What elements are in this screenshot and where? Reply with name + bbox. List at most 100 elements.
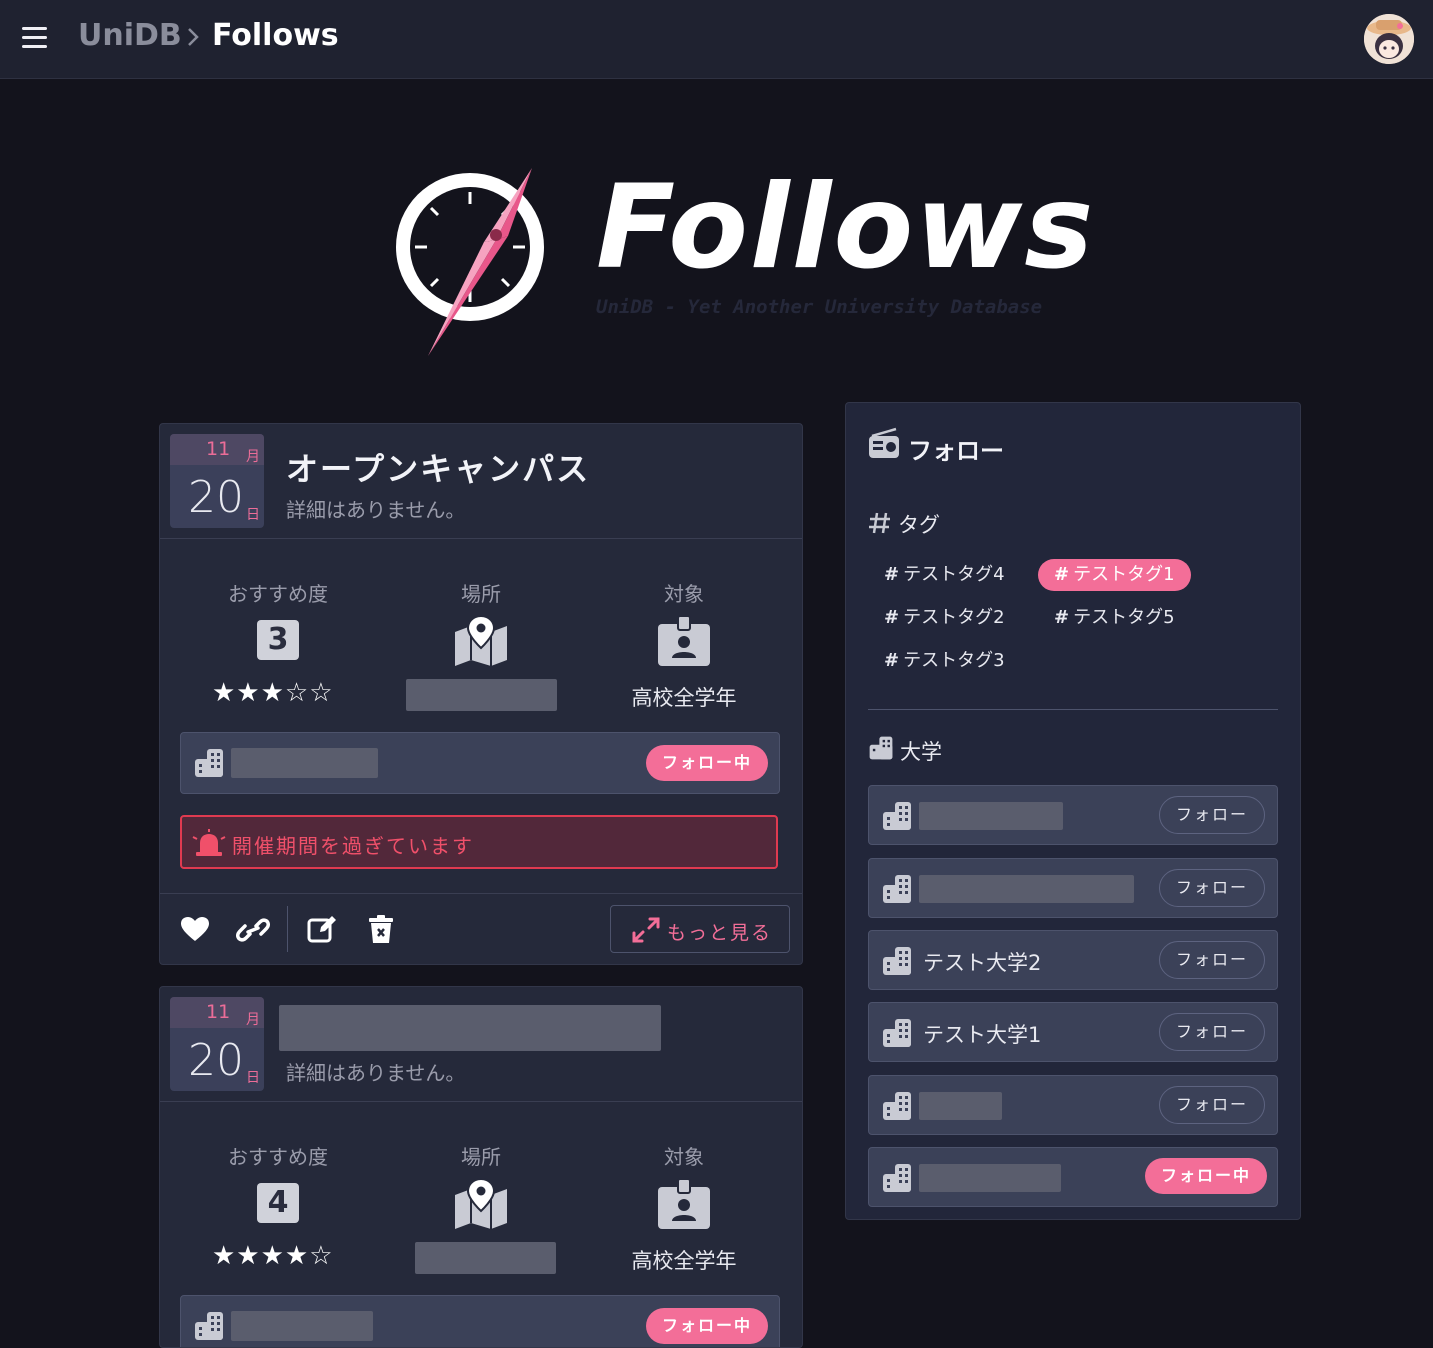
event-card-header: 11 月 20 日 オープンキャンパス 詳細はありません。 [160, 424, 802, 539]
follow-button[interactable]: フォロー [1159, 869, 1265, 907]
building-icon [195, 1312, 223, 1340]
target-value: 高校全学年 [631, 686, 737, 710]
id-badge-icon [658, 615, 710, 666]
event-card-footer: もっと見る [160, 893, 802, 964]
event-title[interactable]: オープンキャンパス [286, 444, 590, 490]
sidebar-divider [868, 709, 1278, 710]
date-day: 20 [188, 472, 244, 523]
siren-icon [192, 829, 226, 856]
place-label: 場所 [461, 582, 501, 606]
logo-tagline: UniDB - Yet Another University Database [596, 296, 1043, 318]
place-value-redacted [415, 1242, 556, 1274]
building-icon [883, 1164, 911, 1192]
building-icon [883, 1092, 911, 1120]
university-list-item[interactable]: テスト大学1 フォロー [868, 1002, 1278, 1062]
follow-button[interactable]: フォロー [1159, 941, 1265, 979]
expand-icon [632, 917, 660, 943]
following-button[interactable]: フォロー中 [1145, 1158, 1267, 1194]
hashtag-icon [869, 512, 890, 534]
event-description: 詳細はありません。 [286, 1061, 466, 1085]
map-pin-icon [455, 614, 507, 666]
recommend-value: 3 [257, 620, 299, 660]
university-list-item[interactable]: テスト大学2 フォロー [868, 930, 1278, 990]
warning-text: 開催期間を過ぎています [232, 834, 474, 858]
university-list-item[interactable]: フォロー [868, 785, 1278, 845]
link-icon[interactable] [236, 916, 270, 944]
building-icon [883, 1019, 911, 1047]
following-button[interactable]: フォロー中 [646, 745, 768, 781]
date-badge: 11 月 20 日 [170, 434, 264, 528]
university-name-redacted [919, 802, 1063, 830]
compass-icon [396, 168, 544, 356]
university-list-item[interactable]: フォロー [868, 858, 1278, 918]
tag-item[interactable]: # テストタグ5 [1038, 602, 1191, 634]
university-name-redacted [231, 1311, 373, 1341]
university-name-redacted [231, 748, 378, 778]
warning-banner: 開催期間を過ぎています [180, 815, 778, 869]
building-icon [883, 947, 911, 975]
top-bar: UniDB Follows [0, 0, 1433, 79]
university-name-redacted [919, 875, 1134, 903]
tag-item[interactable]: # テストタグ2 [868, 602, 1021, 634]
heart-icon[interactable] [180, 916, 210, 942]
building-icon [195, 749, 223, 777]
university-name-redacted [919, 1164, 1061, 1192]
date-day-label: 日 [246, 1070, 260, 1086]
chevron-right-icon [188, 28, 199, 46]
event-card: 11 月 20 日 詳細はありません。 おすすめ度 4 ★★★★☆ 場所 対象 … [159, 986, 803, 1348]
target-value: 高校全学年 [631, 1249, 737, 1273]
breadcrumb-root[interactable]: UniDB [78, 18, 182, 53]
menu-icon[interactable] [22, 27, 47, 49]
follow-button[interactable]: フォロー [1159, 796, 1265, 834]
building-icon [883, 875, 911, 903]
date-badge: 11 月 20 日 [170, 997, 264, 1091]
university-list-item[interactable]: フォロー [868, 1075, 1278, 1135]
rating-stars: ★★★☆☆ [212, 678, 334, 708]
date-day: 20 [188, 1035, 244, 1086]
target-label: 対象 [664, 582, 704, 606]
follows-logo: Follows UniDB - Yet Another University D… [386, 160, 1093, 360]
date-month-label: 月 [246, 449, 260, 465]
recommend-value: 4 [257, 1183, 299, 1223]
university-name: テスト大学2 [923, 951, 1042, 975]
radio-icon [869, 427, 899, 458]
tag-item-active[interactable]: # テストタグ1 [1038, 559, 1191, 591]
date-month: 11 [206, 438, 231, 460]
building-icon [883, 802, 911, 830]
breadcrumb-current: Follows [212, 18, 339, 53]
more-label: もっと見る [667, 922, 773, 944]
recommend-label: おすすめ度 [228, 1145, 328, 1169]
universities-section-title: 大学 [900, 740, 942, 764]
building-icon [869, 736, 893, 760]
tag-item[interactable]: # テストタグ4 [868, 559, 1021, 591]
follow-button[interactable]: フォロー [1159, 1013, 1265, 1051]
user-avatar[interactable] [1364, 14, 1414, 64]
following-button[interactable]: フォロー中 [646, 1308, 768, 1344]
tags-section-title: タグ [898, 513, 940, 537]
trash-icon[interactable] [368, 914, 394, 944]
university-name: テスト大学1 [923, 1023, 1042, 1047]
university-row[interactable]: フォロー中 [180, 1295, 780, 1347]
event-card: 11 月 20 日 オープンキャンパス 詳細はありません。 おすすめ度 3 ★★… [159, 423, 803, 965]
follow-sidebar: フォロー タグ # テストタグ4 # テストタグ1 # テストタグ2 # テストタグ5 … [845, 402, 1301, 1220]
place-label: 場所 [461, 1145, 501, 1169]
date-day-label: 日 [246, 507, 260, 523]
footer-divider [287, 906, 288, 952]
follow-button[interactable]: フォロー [1159, 1086, 1265, 1124]
recommend-label: おすすめ度 [228, 582, 328, 606]
event-title-redacted[interactable] [279, 1005, 661, 1051]
more-button[interactable]: もっと見る [610, 905, 790, 953]
event-description: 詳細はありません。 [286, 498, 466, 522]
date-month: 11 [206, 1001, 231, 1023]
edit-icon[interactable] [307, 914, 337, 944]
sidebar-title: フォロー [908, 437, 1004, 465]
event-card-header: 11 月 20 日 詳細はありません。 [160, 987, 802, 1102]
university-row[interactable]: フォロー中 [180, 732, 780, 794]
date-month-label: 月 [246, 1012, 260, 1028]
rating-stars: ★★★★☆ [212, 1241, 334, 1271]
tag-item[interactable]: # テストタグ3 [868, 645, 1021, 677]
target-label: 対象 [664, 1145, 704, 1169]
university-name-redacted [919, 1092, 1002, 1120]
university-list-item[interactable]: フォロー中 [868, 1147, 1278, 1207]
place-value-redacted [406, 679, 557, 711]
